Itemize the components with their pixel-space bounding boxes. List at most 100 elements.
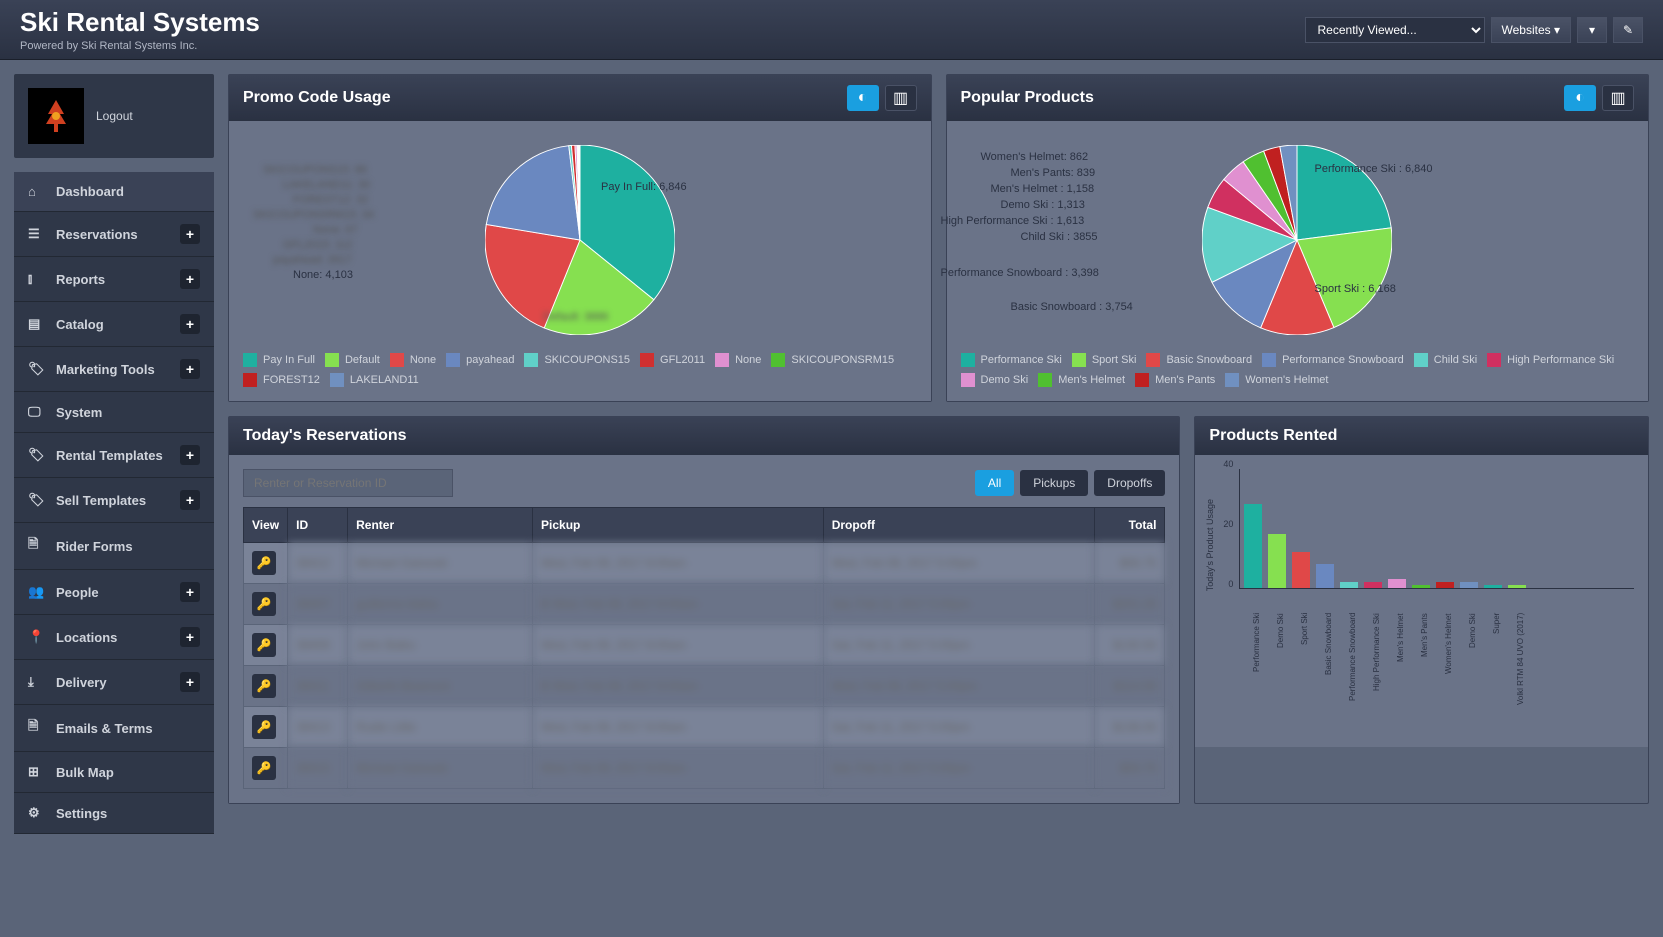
pie-label: payahead: 3917 [273,254,352,266]
sidebar-item-marketing-tools[interactable]: 🏷Marketing Tools+ [14,347,214,392]
legend-swatch [961,373,975,387]
view-button[interactable]: 🔑 [252,551,276,575]
sidebar-item-locations[interactable]: 📍Locations+ [14,615,214,660]
legend-label: SKICOUPONSRM15 [791,354,894,366]
x-label: Demo Ski [1459,613,1477,733]
legend-label: None [735,354,761,366]
websites-button[interactable]: Websites ▾ [1491,17,1572,43]
expand-button[interactable]: + [180,582,200,602]
sidebar-item-emails-terms[interactable]: 🗎Emails & Terms [14,705,214,752]
view-button[interactable]: 🔑 [252,715,276,739]
cell-pickup: B Wed, Feb 08, 2017 8:00am [533,584,824,625]
expand-button[interactable]: + [180,490,200,510]
bar-view-button[interactable]: ▥ [885,85,917,111]
table-row: 🔑 38409 John Balko Wed, Feb 08, 2017 8:0… [244,625,1165,666]
x-label: Men's Pants [1411,613,1429,733]
filter-pickups[interactable]: Pickups [1020,470,1088,496]
cell-renter: John Balko [348,625,533,666]
filter-all[interactable]: All [975,470,1014,496]
cell-total: $56.75 [1095,748,1165,789]
sidebar-item-rental-templates[interactable]: 🏷Rental Templates+ [14,433,214,478]
view-button[interactable]: 🔑 [252,633,276,657]
sidebar-item-reservations[interactable]: ☰Reservations+ [14,212,214,257]
legend-swatch [390,353,404,367]
legend-item: payahead [446,353,514,367]
pie-label: SKICOUPONSRM15: 34 [253,209,374,221]
sidebar-item-label: Reports [56,272,105,287]
promo-legend: Pay In FullDefaultNonepayaheadSKICOUPONS… [243,353,917,387]
legend-swatch [446,353,460,367]
sidebar-item-catalog[interactable]: ▤Catalog+ [14,302,214,347]
pie-label: Pay In Full: 6,846 [601,181,687,193]
y-tick: 0 [1228,579,1233,589]
expand-button[interactable]: + [180,672,200,692]
topbar: Ski Rental Systems Powered by Ski Rental… [0,0,1663,60]
pencil-icon: ✎ [1623,23,1633,37]
x-label: Basic Snowboard [1315,613,1333,733]
legend-item: Performance Ski [961,353,1062,367]
sidebar-item-reports[interactable]: ⫾Reports+ [14,257,214,302]
sidebar-item-label: Delivery [56,675,107,690]
sidebar-item-people[interactable]: 👥People+ [14,570,214,615]
expand-button[interactable]: + [180,445,200,465]
sidebar-item-bulk-map[interactable]: ⊞Bulk Map [14,752,214,793]
bar-view-button[interactable]: ▥ [1602,85,1634,111]
legend-swatch [771,353,785,367]
cell-dropoff: Sat, Feb 11, 2017 5:00pm [823,584,1095,625]
legend-label: payahead [466,354,514,366]
sidebar-item-settings[interactable]: ⚙Settings [14,793,214,834]
legend-label: High Performance Ski [1507,354,1614,366]
col-dropoff: Dropoff [823,508,1095,543]
key-icon: 🔑 [257,720,272,734]
view-button[interactable]: 🔑 [252,674,276,698]
pie-view-button[interactable]: ◐ [1564,85,1596,111]
cell-id: 38415 [288,748,348,789]
sidebar-item-delivery[interactable]: ⤓Delivery+ [14,660,214,705]
sidebar-item-label: Emails & Terms [56,721,153,736]
legend-item: Men's Pants [1135,373,1215,387]
expand-button[interactable]: + [180,314,200,334]
cell-total: $138.00 [1095,707,1165,748]
dropdown-button[interactable]: ▾ [1577,17,1607,43]
sidebar-item-label: People [56,585,99,600]
legend-label: None [410,354,436,366]
logout-link[interactable]: Logout [96,109,133,123]
pie-label: Men's Helmet : 1,158 [991,183,1095,195]
sidebar-item-label: Rider Forms [56,539,133,554]
expand-button[interactable]: + [180,627,200,647]
cell-id: 38412 [288,543,348,584]
expand-button[interactable]: + [180,269,200,289]
legend-label: Sport Ski [1092,354,1137,366]
sidebar-item-dashboard[interactable]: ⌂Dashboard [14,172,214,212]
edit-button[interactable]: ✎ [1613,17,1643,43]
expand-button[interactable]: + [180,224,200,244]
cell-total: $130.50 [1095,625,1165,666]
view-button[interactable]: 🔑 [252,592,276,616]
recently-viewed-select[interactable]: Recently Viewed... [1305,17,1485,43]
view-button[interactable]: 🔑 [252,756,276,780]
x-label: Performance Ski [1243,613,1261,733]
expand-button[interactable]: + [180,359,200,379]
pie-view-button[interactable]: ◐ [847,85,879,111]
cell-dropoff: Wed, Feb 08, 2017 5:00pm [823,543,1095,584]
promo-panel: Promo Code Usage ◐ ▥ Pay In Full: 6,846D… [228,74,932,402]
sidebar-menu: ⌂Dashboard☰Reservations+⫾Reports+▤Catalo… [14,172,214,834]
table-row: 🔑 38415 Michael Gaineski Wed, Feb 08, 20… [244,748,1165,789]
sidebar-item-rider-forms[interactable]: 🗎 Rider Forms [14,523,214,570]
cell-total: $114.00 [1095,666,1165,707]
col-view: View [244,508,288,543]
filter-dropoffs[interactable]: Dropoffs [1094,470,1165,496]
legend-item: None [390,353,436,367]
x-label: Women's Helmet [1435,613,1453,733]
cell-renter: Michael Gaineski [348,543,533,584]
sidebar-item-system[interactable]: 🖵System [14,392,214,433]
cell-dropoff: Sat, Feb 11, 2017 5:00pm [823,748,1095,789]
legend-item: SKICOUPONSRM15 [771,353,894,367]
key-icon: 🔑 [257,679,272,693]
legend-label: Basic Snowboard [1166,354,1252,366]
search-input[interactable] [243,469,453,497]
cell-total: $56.75 [1095,543,1165,584]
sidebar-item-sell-templates[interactable]: 🏷Sell Templates+ [14,478,214,523]
legend-swatch [325,353,339,367]
file-icon: 🗎 [28,535,46,557]
